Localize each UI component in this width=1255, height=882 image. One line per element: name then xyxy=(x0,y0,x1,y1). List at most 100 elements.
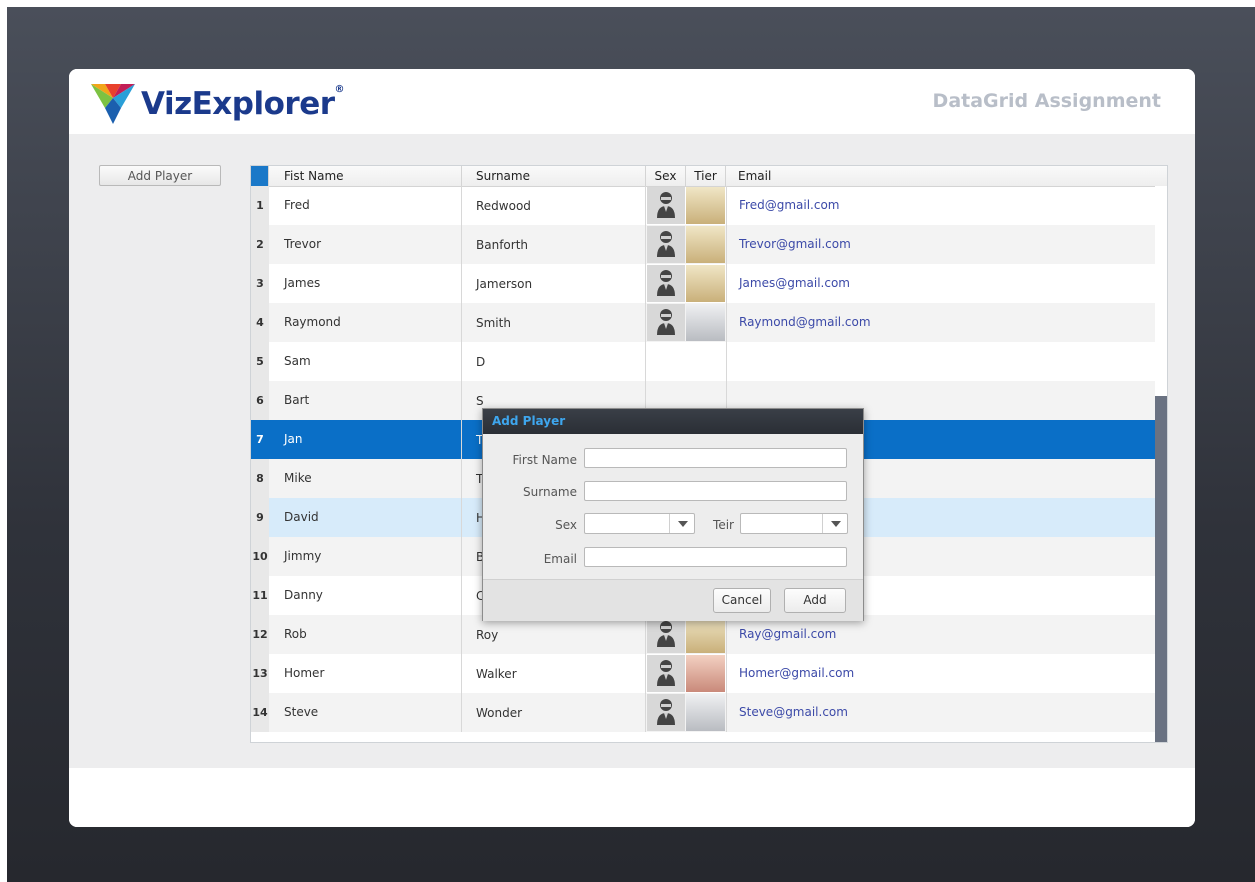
row-number[interactable]: 5 xyxy=(251,342,269,381)
row-number[interactable]: 9 xyxy=(251,498,269,537)
cell-first-name[interactable]: James xyxy=(269,264,462,303)
male-avatar-icon xyxy=(647,694,685,731)
cell-tier[interactable] xyxy=(686,654,726,693)
cell-sex[interactable] xyxy=(646,342,686,381)
row-number[interactable]: 4 xyxy=(251,303,269,342)
tier-gold-swatch xyxy=(686,616,725,653)
cell-email[interactable] xyxy=(726,342,1155,381)
tier-silver-swatch xyxy=(686,304,725,341)
scrollbar-thumb[interactable] xyxy=(1155,396,1167,742)
column-header-first-name[interactable]: Fist Name xyxy=(269,166,462,186)
table-row[interactable]: 13 Homer Walker Homer@gmail.com xyxy=(251,654,1155,693)
column-header-email[interactable]: Email xyxy=(726,166,1167,186)
row-number[interactable]: 11 xyxy=(251,576,269,615)
cell-first-name[interactable]: Mike xyxy=(269,459,462,498)
column-header-surname[interactable]: Surname xyxy=(462,166,646,186)
cell-tier[interactable] xyxy=(686,693,726,732)
table-row[interactable]: 5 Sam D xyxy=(251,342,1155,381)
logo-mark-icon xyxy=(91,84,135,124)
cell-sex[interactable] xyxy=(646,693,686,732)
cell-email[interactable]: Fred@gmail.com xyxy=(726,186,1155,225)
cell-first-name[interactable]: Jan xyxy=(269,420,462,459)
cell-email[interactable]: Steve@gmail.com xyxy=(726,693,1155,732)
row-number[interactable]: 8 xyxy=(251,459,269,498)
cell-sex[interactable] xyxy=(646,264,686,303)
dialog-footer: Cancel Add xyxy=(483,579,863,621)
add-player-button[interactable]: Add Player xyxy=(99,165,221,186)
column-header-tier[interactable]: Tier xyxy=(686,166,726,186)
cell-sex[interactable] xyxy=(646,654,686,693)
app-header: VizExplorer® DataGrid Assignment xyxy=(69,69,1195,134)
cell-tier[interactable] xyxy=(686,264,726,303)
cell-email[interactable]: Trevor@gmail.com xyxy=(726,225,1155,264)
cell-sex[interactable] xyxy=(646,303,686,342)
first-name-label: First Name xyxy=(512,453,577,467)
table-row[interactable]: 2 Trevor Banforth Trevor@gmail.com xyxy=(251,225,1155,264)
cell-first-name[interactable]: Raymond xyxy=(269,303,462,342)
row-number[interactable]: 7 xyxy=(251,420,269,459)
cell-first-name[interactable]: Danny xyxy=(269,576,462,615)
cell-surname[interactable]: Jamerson xyxy=(462,264,646,303)
table-row[interactable]: 14 Steve Wonder Steve@gmail.com xyxy=(251,693,1155,732)
tier-label: Teir xyxy=(713,518,734,532)
email-label: Email xyxy=(543,552,577,566)
table-row[interactable]: 1 Fred Redwood Fred@gmail.com xyxy=(251,186,1155,225)
cell-surname[interactable]: Wonder xyxy=(462,693,646,732)
cell-first-name[interactable]: Homer xyxy=(269,654,462,693)
cell-first-name[interactable]: Bart xyxy=(269,381,462,420)
male-avatar-icon xyxy=(647,265,685,302)
cell-sex[interactable] xyxy=(646,225,686,264)
cell-first-name[interactable]: Rob xyxy=(269,615,462,654)
tier-gold-swatch xyxy=(686,265,725,302)
dialog-title: Add Player xyxy=(483,409,863,434)
row-number[interactable]: 2 xyxy=(251,225,269,264)
email-input[interactable] xyxy=(584,547,847,567)
cell-first-name[interactable]: Fred xyxy=(269,186,462,225)
tier-select[interactable] xyxy=(740,513,848,534)
vertical-scrollbar[interactable] xyxy=(1155,186,1167,742)
cell-first-name[interactable]: David xyxy=(269,498,462,537)
app-footer xyxy=(69,768,1195,827)
cell-surname[interactable]: Smith xyxy=(462,303,646,342)
cell-sex[interactable] xyxy=(646,186,686,225)
row-number[interactable]: 14 xyxy=(251,693,269,732)
row-number[interactable]: 6 xyxy=(251,381,269,420)
cell-surname[interactable]: Walker xyxy=(462,654,646,693)
select-all-corner[interactable] xyxy=(251,166,269,186)
add-button[interactable]: Add xyxy=(784,588,846,613)
cell-tier[interactable] xyxy=(686,225,726,264)
row-number[interactable]: 12 xyxy=(251,615,269,654)
logo-text: VizExplorer® xyxy=(141,84,345,122)
registered-mark: ® xyxy=(334,84,345,95)
cancel-button[interactable]: Cancel xyxy=(713,588,771,613)
row-number[interactable]: 10 xyxy=(251,537,269,576)
cell-surname[interactable]: Banforth xyxy=(462,225,646,264)
cell-tier[interactable] xyxy=(686,342,726,381)
cell-email[interactable]: James@gmail.com xyxy=(726,264,1155,303)
cell-surname[interactable]: D xyxy=(462,342,646,381)
table-row[interactable]: 3 James Jamerson James@gmail.com xyxy=(251,264,1155,303)
sex-label: Sex xyxy=(555,518,577,532)
tier-gold-swatch xyxy=(686,187,725,224)
cell-tier[interactable] xyxy=(686,303,726,342)
cell-first-name[interactable]: Jimmy xyxy=(269,537,462,576)
table-row[interactable]: 4 Raymond Smith Raymond@gmail.com xyxy=(251,303,1155,342)
male-avatar-icon xyxy=(647,655,685,692)
cell-tier[interactable] xyxy=(686,186,726,225)
row-number[interactable]: 1 xyxy=(251,186,269,225)
cell-first-name[interactable]: Steve xyxy=(269,693,462,732)
surname-input[interactable] xyxy=(584,481,847,501)
cell-surname[interactable]: Redwood xyxy=(462,186,646,225)
cell-email[interactable]: Homer@gmail.com xyxy=(726,654,1155,693)
row-number[interactable]: 13 xyxy=(251,654,269,693)
first-name-input[interactable] xyxy=(584,448,847,468)
cell-email[interactable]: Raymond@gmail.com xyxy=(726,303,1155,342)
tier-dropdown-arrow[interactable] xyxy=(822,514,847,533)
male-avatar-icon xyxy=(647,304,685,341)
cell-first-name[interactable]: Trevor xyxy=(269,225,462,264)
row-number[interactable]: 3 xyxy=(251,264,269,303)
cell-first-name[interactable]: Sam xyxy=(269,342,462,381)
column-header-sex[interactable]: Sex xyxy=(646,166,686,186)
app-window: VizExplorer® DataGrid Assignment Add Pla… xyxy=(69,69,1195,827)
page-title: DataGrid Assignment xyxy=(932,90,1161,112)
